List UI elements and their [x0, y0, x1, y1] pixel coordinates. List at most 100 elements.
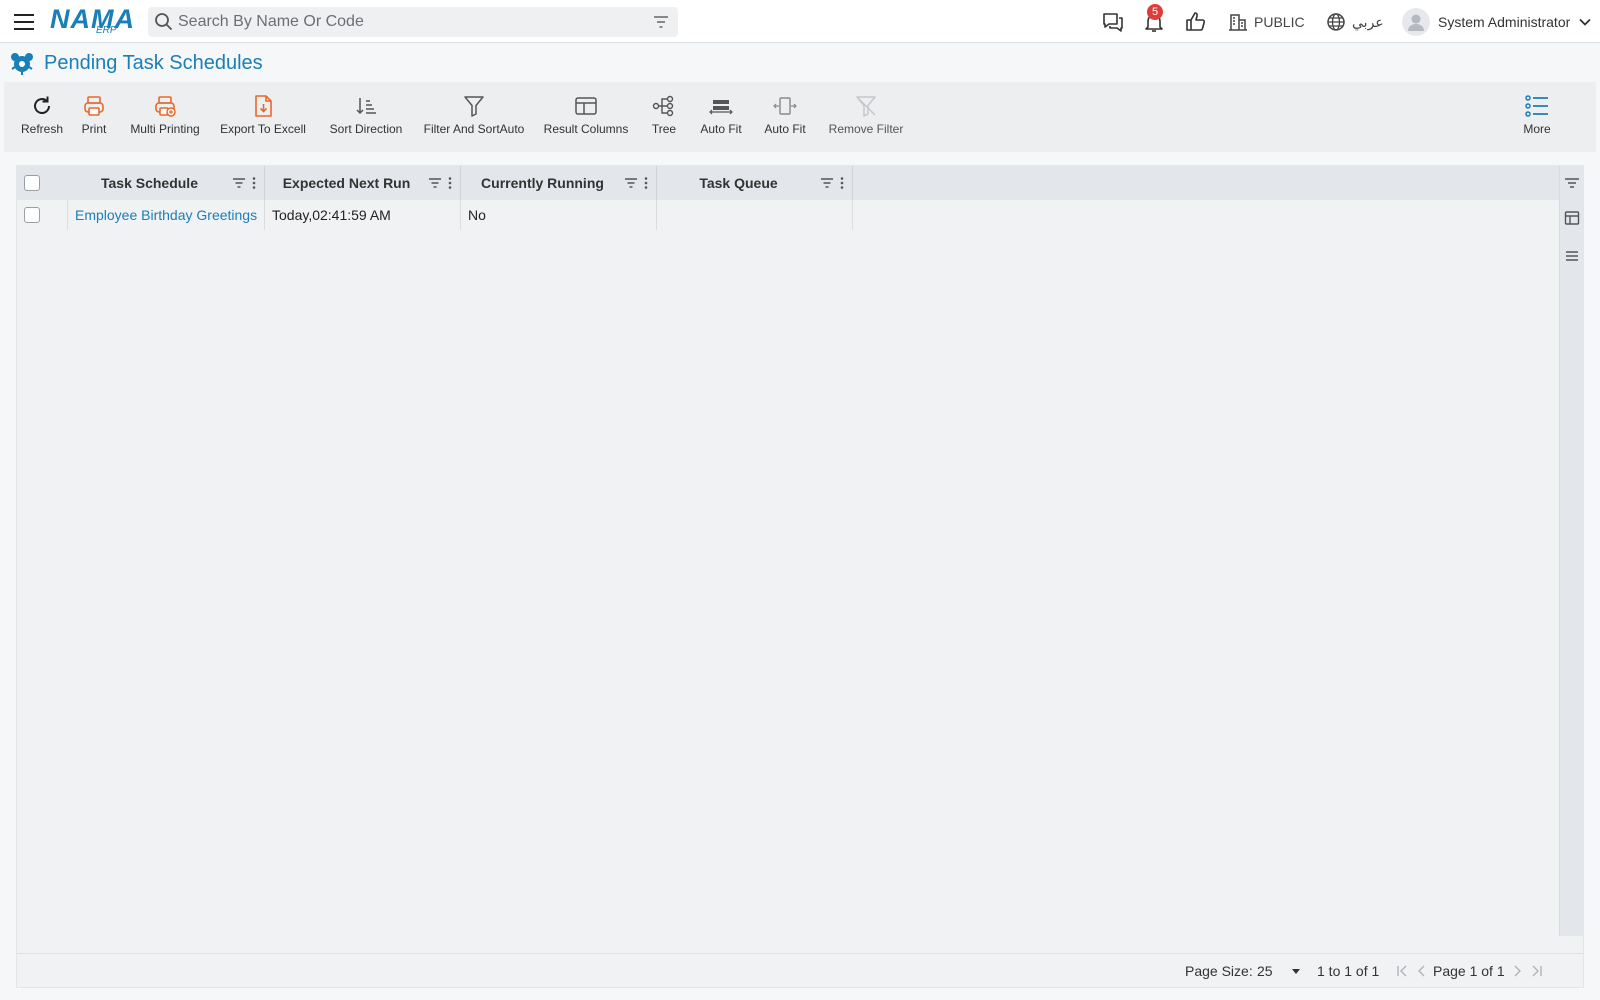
export-to-excel-button[interactable]: Export To Excell	[218, 82, 308, 152]
global-search	[148, 7, 678, 37]
print-label: Print	[81, 122, 107, 136]
side-menu-icon[interactable]	[1564, 248, 1580, 264]
cell-expected-next-run: Today,02:41:59 AM	[265, 200, 461, 230]
auto-fit-rows-icon	[709, 100, 733, 115]
chat-icon[interactable]	[1101, 10, 1125, 34]
previous-page-icon[interactable]	[1415, 964, 1429, 978]
chevron-down-icon	[1579, 18, 1591, 26]
top-bar: NAMA ERP 5 PUBLIC عربي	[0, 0, 1600, 43]
caret-down-icon	[1292, 969, 1300, 974]
auto-fit-columns-icon	[773, 97, 797, 115]
more-label: More	[1523, 122, 1551, 136]
building-icon	[1229, 14, 1247, 31]
language-switcher[interactable]: عربي	[1326, 11, 1384, 33]
remove-filter-label: Remove Filter	[828, 122, 904, 136]
sort-direction-icon	[356, 98, 376, 115]
column-menu-icon[interactable]	[252, 176, 256, 190]
tree-label: Tree	[651, 122, 677, 136]
side-filter-icon[interactable]	[1564, 175, 1580, 191]
app-logo[interactable]: NAMA ERP	[50, 4, 134, 38]
task-schedule-link[interactable]: Employee Birthday Greetings	[75, 207, 257, 223]
tree-button[interactable]: Tree	[646, 82, 682, 152]
column-header-task-queue[interactable]: Task Queue	[657, 166, 853, 200]
logo-subtext: ERP	[96, 25, 117, 36]
cell-task-queue	[657, 200, 853, 230]
multi-printing-label: Multi Printing	[130, 122, 200, 136]
side-columns-icon[interactable]	[1564, 210, 1580, 226]
row-select-cell	[17, 200, 67, 230]
auto-fit-columns-label: Auto Fit	[764, 122, 806, 136]
branch-selector[interactable]: PUBLIC	[1228, 11, 1305, 33]
search-icon	[155, 13, 173, 31]
user-name: System Administrator	[1438, 14, 1571, 30]
column-header-currently-running[interactable]: Currently Running	[461, 166, 657, 200]
column-menu-icon[interactable]	[840, 176, 844, 190]
search-filter-icon[interactable]	[652, 13, 670, 31]
sort-direction-label: Sort Direction	[329, 122, 403, 136]
column-header-expected-next-run[interactable]: Expected Next Run	[265, 166, 461, 200]
remove-filter-button[interactable]: Remove Filter	[826, 82, 906, 152]
page-size-value: 25	[1257, 963, 1273, 979]
thumbs-up-icon[interactable]	[1184, 10, 1208, 34]
column-menu-icon[interactable]	[644, 176, 648, 190]
branch-label: PUBLIC	[1254, 14, 1305, 30]
column-title: Currently Running	[481, 175, 604, 191]
filter-and-sort-auto-button[interactable]: Filter And SortAuto	[420, 82, 528, 152]
result-columns-label: Result Columns	[543, 122, 629, 136]
cell-task-schedule: Employee Birthday Greetings	[67, 200, 265, 230]
page-header: Pending Task Schedules	[8, 49, 263, 77]
refresh-label: Refresh	[20, 122, 64, 136]
column-header-task-schedule[interactable]: Task Schedule	[67, 166, 265, 200]
avatar	[1402, 8, 1430, 36]
task-schedule-icon	[11, 53, 33, 75]
search-input[interactable]	[178, 7, 638, 37]
multi-printer-icon	[155, 96, 176, 117]
result-columns-button[interactable]: Result Columns	[544, 82, 628, 152]
last-page-icon[interactable]	[1530, 964, 1544, 978]
more-button[interactable]: More	[1516, 82, 1558, 152]
table-row[interactable]: Employee Birthday Greetings Today,02:41:…	[17, 200, 1561, 230]
hamburger-menu-icon[interactable]	[12, 10, 36, 34]
user-avatar-icon	[1408, 14, 1424, 31]
language-label: عربي	[1352, 13, 1384, 30]
tree-icon	[652, 95, 674, 117]
column-title: Task Queue	[699, 175, 778, 191]
remove-filter-icon	[856, 96, 876, 117]
column-filter-icon[interactable]	[232, 176, 246, 190]
more-list-icon	[1525, 95, 1548, 117]
select-all-checkbox[interactable]	[24, 175, 40, 191]
record-range: 1 to 1 of 1	[1317, 963, 1380, 979]
user-menu[interactable]: System Administrator	[1402, 7, 1592, 37]
next-page-icon[interactable]	[1510, 964, 1524, 978]
pagination-bar: Page Size: 25 1 to 1 of 1 Page 1 of 1	[17, 953, 1583, 987]
select-all-cell	[17, 166, 67, 200]
multi-printing-button[interactable]: Multi Printing	[128, 82, 202, 152]
printer-icon	[84, 96, 104, 116]
filter-and-sort-auto-label: Filter And SortAuto	[423, 122, 525, 136]
first-page-icon[interactable]	[1395, 964, 1409, 978]
row-checkbox[interactable]	[24, 207, 40, 223]
page-size-select[interactable]: 25	[1257, 960, 1301, 982]
column-title: Task Schedule	[100, 175, 198, 191]
page-size-label: Page Size:	[1185, 963, 1253, 979]
refresh-icon	[34, 96, 50, 114]
page-title: Pending Task Schedules	[44, 51, 263, 74]
action-toolbar: Refresh Print Multi Printing Export To E…	[4, 82, 1596, 152]
column-menu-icon[interactable]	[448, 176, 452, 190]
column-filter-icon[interactable]	[820, 176, 834, 190]
column-title: Expected Next Run	[282, 175, 411, 191]
auto-fit-columns-button[interactable]: Auto Fit	[760, 82, 810, 152]
column-filter-icon[interactable]	[428, 176, 442, 190]
results-grid: Task Schedule Expected Next Run Currentl…	[16, 165, 1584, 988]
globe-icon	[1327, 13, 1345, 31]
auto-fit-button[interactable]: Auto Fit	[696, 82, 746, 152]
column-filter-icon[interactable]	[624, 176, 638, 190]
columns-icon	[575, 97, 597, 115]
export-to-excel-label: Export To Excell	[220, 122, 306, 136]
page-info: Page 1 of 1	[1433, 963, 1505, 979]
sort-direction-button[interactable]: Sort Direction	[326, 82, 406, 152]
print-button[interactable]: Print	[74, 82, 114, 152]
refresh-button[interactable]: Refresh	[16, 82, 68, 152]
auto-fit-label: Auto Fit	[700, 122, 742, 136]
notification-badge: 5	[1147, 4, 1163, 20]
